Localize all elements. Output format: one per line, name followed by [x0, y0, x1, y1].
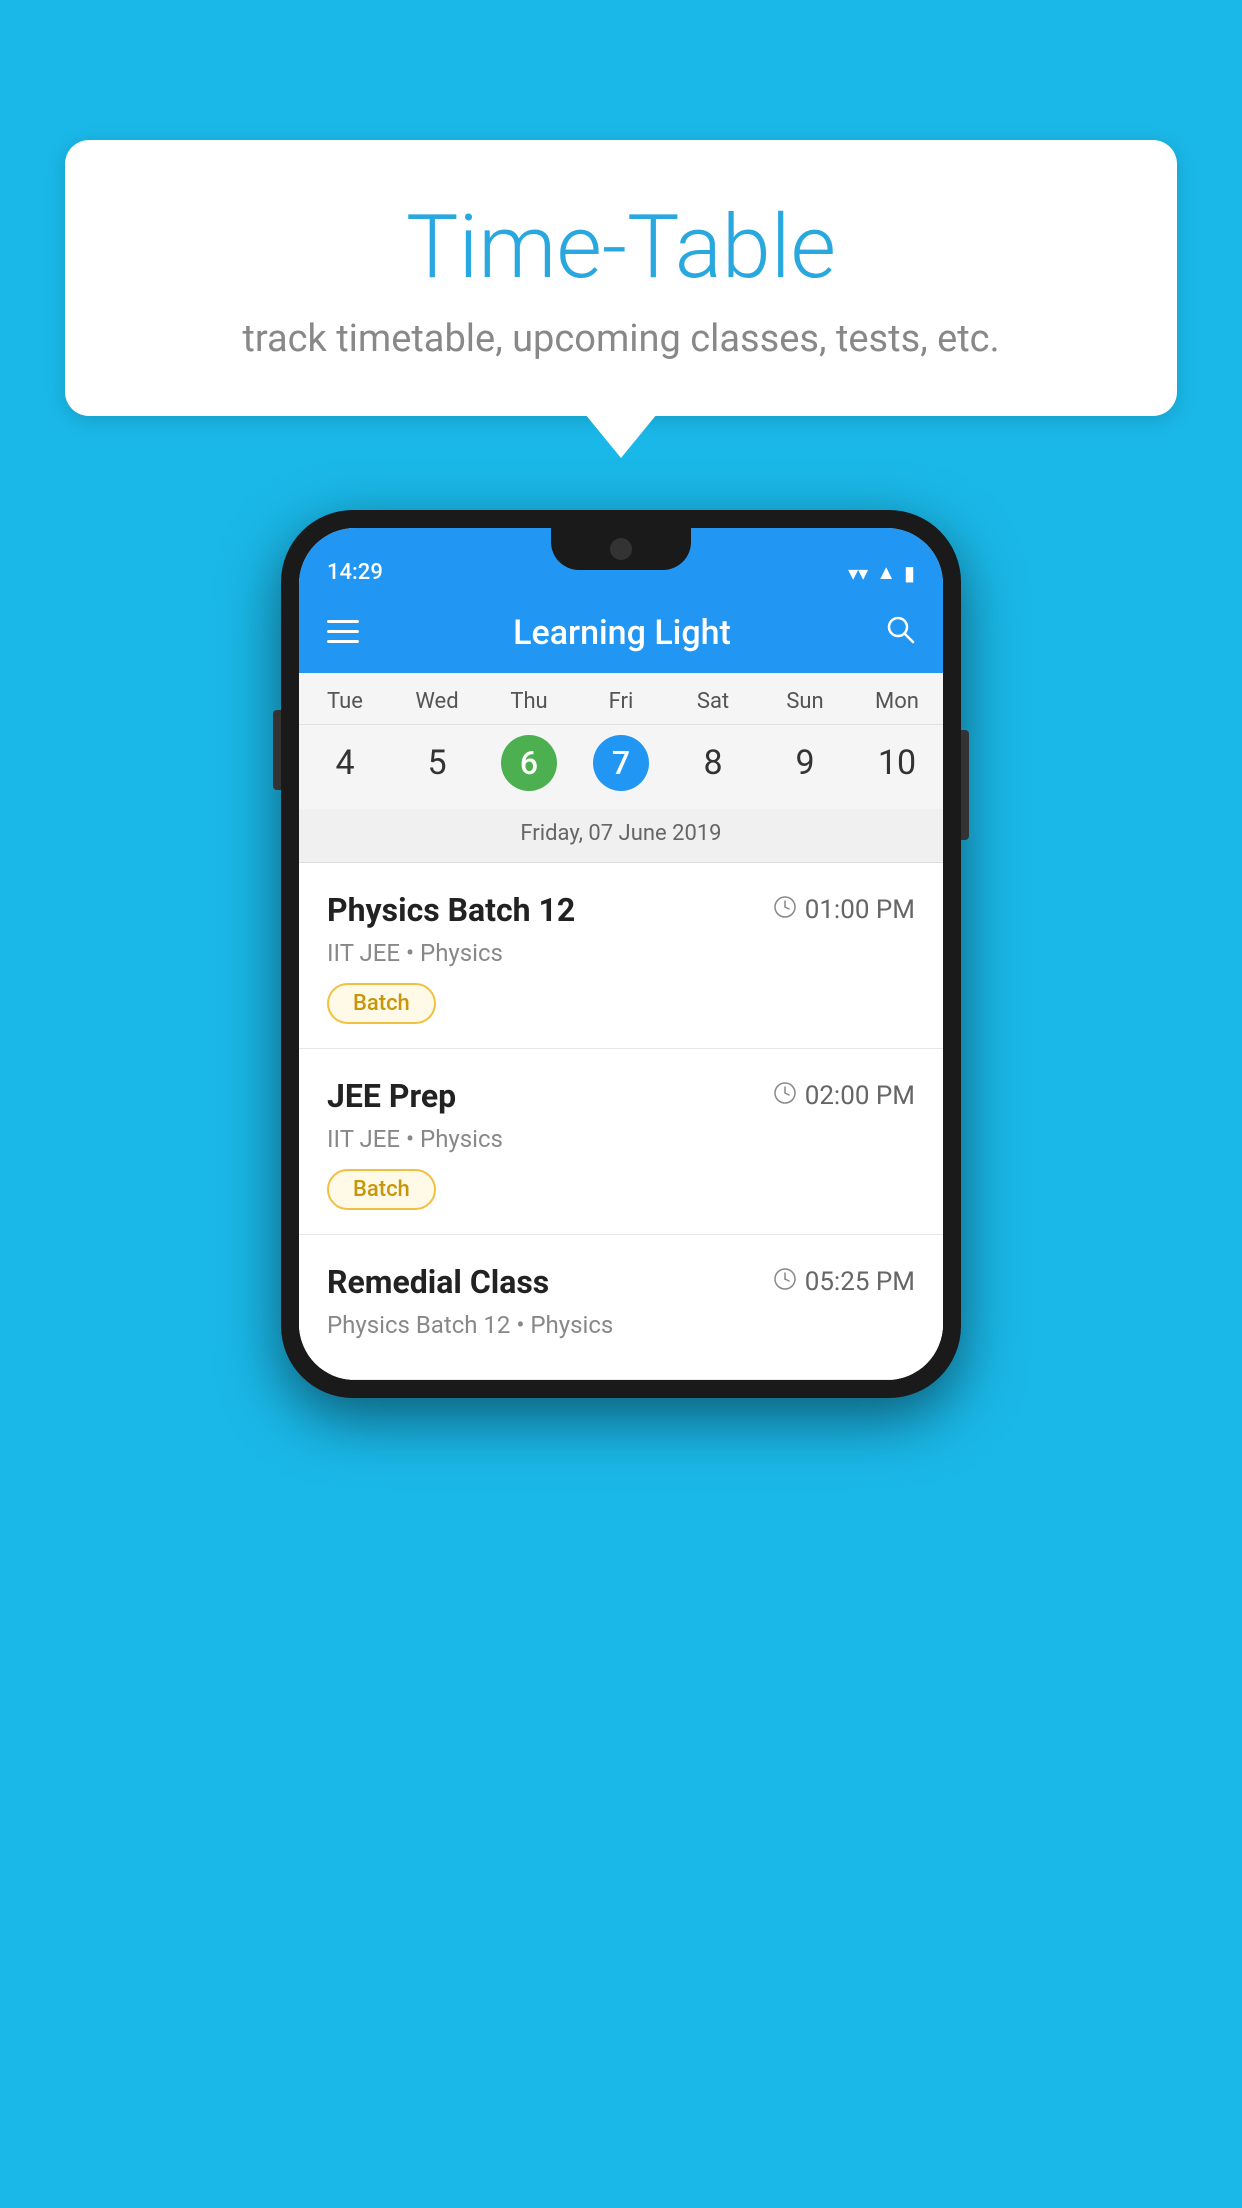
day-numbers-row: 4 5 6 7 8 9 10	[299, 725, 943, 809]
schedule-item[interactable]: JEE Prep 02:00 PM	[299, 1049, 943, 1235]
power-button	[961, 730, 969, 840]
batch-tag: Batch	[327, 1169, 436, 1210]
schedule-item-title: JEE Prep	[327, 1077, 456, 1115]
time-text: 05:25 PM	[805, 1267, 915, 1297]
day-name-sat[interactable]: Sat	[667, 673, 759, 724]
speech-bubble-section: Time-Table track timetable, upcoming cla…	[65, 140, 1177, 416]
day-name-mon[interactable]: Mon	[851, 673, 943, 724]
schedule-item-time: 01:00 PM	[773, 895, 915, 925]
time-text: 01:00 PM	[805, 895, 915, 925]
schedule-item-header: Remedial Class 05:25 PM	[327, 1263, 915, 1301]
day-name-thu[interactable]: Thu	[483, 673, 575, 724]
schedule-item-header: Physics Batch 12 01:00 PM	[327, 891, 915, 929]
app-bar: Learning Light	[299, 593, 943, 673]
schedule-list: Physics Batch 12 01:00 PM	[299, 863, 943, 1380]
app-title: Learning Light	[513, 613, 731, 653]
day-name-fri[interactable]: Fri	[575, 673, 667, 724]
phone-mockup: 14:29 ▾▾ ▲ ▮ Learning Light	[281, 510, 961, 1398]
day-9[interactable]: 9	[759, 735, 851, 791]
selected-date-label: Friday, 07 June 2019	[299, 809, 943, 863]
schedule-item[interactable]: Remedial Class 05:25 PM	[299, 1235, 943, 1380]
schedule-item[interactable]: Physics Batch 12 01:00 PM	[299, 863, 943, 1049]
clock-icon	[773, 1081, 797, 1111]
schedule-item-subtitle: IIT JEE • Physics	[327, 939, 915, 967]
time-text: 02:00 PM	[805, 1081, 915, 1111]
search-icon[interactable]	[885, 614, 915, 652]
schedule-item-subtitle: IIT JEE • Physics	[327, 1125, 915, 1153]
day-10[interactable]: 10	[851, 735, 943, 791]
day-7[interactable]: 7	[575, 735, 667, 791]
wifi-icon: ▾▾	[848, 561, 868, 585]
clock-icon	[773, 895, 797, 925]
phone-notch	[551, 528, 691, 570]
status-icons: ▾▾ ▲ ▮	[848, 560, 915, 585]
clock-icon	[773, 1267, 797, 1297]
calendar-week: Tue Wed Thu Fri Sat Sun Mon 4 5 6 7	[299, 673, 943, 863]
today-circle[interactable]: 6	[501, 735, 557, 791]
signal-icon: ▲	[876, 560, 896, 585]
schedule-item-time: 05:25 PM	[773, 1267, 915, 1297]
phone-body: 14:29 ▾▾ ▲ ▮ Learning Light	[281, 510, 961, 1398]
schedule-item-title: Physics Batch 12	[327, 891, 575, 929]
speech-bubble: Time-Table track timetable, upcoming cla…	[65, 140, 1177, 416]
schedule-item-subtitle: Physics Batch 12 • Physics	[327, 1311, 915, 1339]
day-6[interactable]: 6	[483, 735, 575, 791]
schedule-item-header: JEE Prep 02:00 PM	[327, 1077, 915, 1115]
app-feature-subtitle: track timetable, upcoming classes, tests…	[105, 317, 1137, 361]
volume-button	[273, 710, 281, 790]
day-8[interactable]: 8	[667, 735, 759, 791]
selected-day-circle[interactable]: 7	[593, 735, 649, 791]
status-time: 14:29	[327, 560, 383, 585]
day-name-wed[interactable]: Wed	[391, 673, 483, 724]
day-name-sun[interactable]: Sun	[759, 673, 851, 724]
app-feature-title: Time-Table	[105, 200, 1137, 297]
day-names-row: Tue Wed Thu Fri Sat Sun Mon	[299, 673, 943, 725]
battery-icon: ▮	[904, 561, 915, 585]
schedule-item-time: 02:00 PM	[773, 1081, 915, 1111]
schedule-item-title: Remedial Class	[327, 1263, 549, 1301]
phone-camera	[610, 538, 632, 560]
day-5[interactable]: 5	[391, 735, 483, 791]
batch-tag: Batch	[327, 983, 436, 1024]
phone-screen: 14:29 ▾▾ ▲ ▮ Learning Light	[299, 528, 943, 1380]
day-name-tue[interactable]: Tue	[299, 673, 391, 724]
menu-icon[interactable]	[327, 617, 359, 649]
day-4[interactable]: 4	[299, 735, 391, 791]
